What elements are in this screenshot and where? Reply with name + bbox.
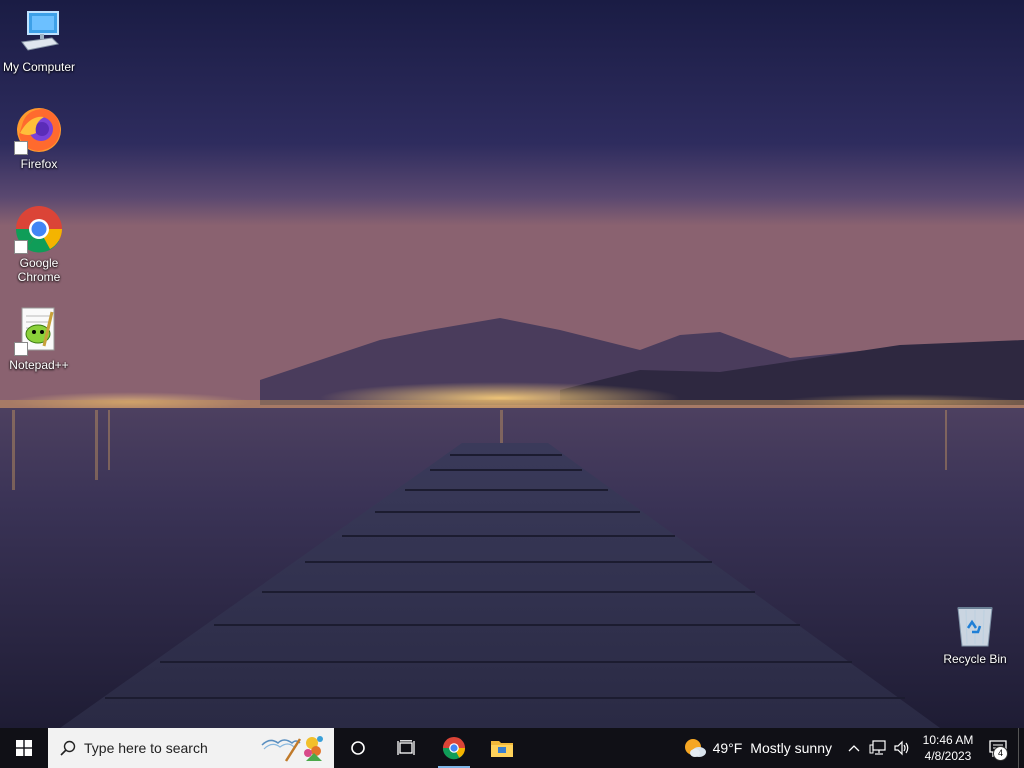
taskbar-file-explorer-button[interactable] bbox=[478, 728, 526, 768]
network-icon bbox=[869, 740, 886, 755]
clock-date: 4/8/2023 bbox=[924, 749, 972, 763]
search-box[interactable]: Type here to search bbox=[48, 728, 334, 768]
cortana-button[interactable] bbox=[334, 728, 382, 768]
shortcut-arrow-icon bbox=[14, 342, 28, 356]
show-hidden-icons-button[interactable] bbox=[842, 728, 866, 768]
task-view-button[interactable] bbox=[382, 728, 430, 768]
shortcut-arrow-icon bbox=[14, 240, 28, 254]
file-explorer-icon bbox=[491, 741, 513, 757]
wallpaper-image bbox=[0, 0, 1024, 728]
show-desktop-button[interactable] bbox=[1018, 728, 1024, 768]
action-center-button[interactable]: 4 bbox=[978, 728, 1018, 768]
network-button[interactable] bbox=[866, 728, 890, 768]
desktop-icon-notepadpp[interactable]: Notepad++ bbox=[1, 306, 77, 372]
desktop-icon-google-chrome[interactable]: Google Chrome bbox=[1, 204, 77, 284]
task-view-icon bbox=[397, 740, 415, 755]
desktop-icon-firefox[interactable]: Firefox bbox=[1, 105, 77, 171]
desktop-icon-label: Google Chrome bbox=[17, 256, 61, 284]
chevron-up-icon bbox=[848, 745, 860, 752]
search-highlight-art-icon[interactable] bbox=[260, 731, 328, 765]
start-button[interactable] bbox=[0, 728, 48, 768]
chrome-icon bbox=[14, 204, 64, 254]
desktop-icon-label: Firefox bbox=[20, 157, 58, 171]
clock-time: 10:46 AM bbox=[922, 733, 974, 747]
desktop-icon-label: Recycle Bin bbox=[943, 652, 1007, 666]
clock[interactable]: 10:46 AM 4/8/2023 bbox=[918, 732, 978, 764]
firefox-icon bbox=[14, 105, 64, 155]
desktop-icon-label: My Computer bbox=[2, 60, 76, 74]
search-placeholder: Type here to search bbox=[84, 740, 208, 756]
notification-count-badge: 4 bbox=[993, 746, 1008, 761]
weather-widget[interactable]: 49°F Mostly sunny bbox=[683, 737, 832, 759]
recycle-bin-icon bbox=[950, 600, 1000, 650]
cortana-icon bbox=[351, 741, 365, 755]
desktop[interactable]: My Computer Firefox Google Chrome Notepa… bbox=[0, 0, 1024, 728]
volume-button[interactable] bbox=[890, 728, 914, 768]
taskbar: Type here to search 49°F Mostly sunny 10… bbox=[0, 728, 1024, 768]
chrome-icon bbox=[442, 736, 466, 760]
notepadpp-icon bbox=[14, 306, 64, 356]
system-tray: 49°F Mostly sunny 10:46 AM 4/8/2023 4 bbox=[683, 728, 1024, 768]
desktop-icon-recycle-bin[interactable]: Recycle Bin bbox=[937, 600, 1013, 666]
taskbar-chrome-button[interactable] bbox=[430, 728, 478, 768]
desktop-icon-my-computer[interactable]: My Computer bbox=[1, 8, 77, 74]
volume-icon bbox=[894, 740, 909, 756]
weather-description: Mostly sunny bbox=[750, 740, 832, 756]
shortcut-arrow-icon bbox=[14, 141, 28, 155]
partly-sunny-icon bbox=[684, 739, 706, 757]
weather-temperature: 49°F bbox=[712, 740, 743, 756]
desktop-icon-label: Notepad++ bbox=[9, 358, 69, 372]
windows-logo-icon bbox=[16, 740, 32, 756]
search-icon bbox=[60, 740, 76, 756]
computer-icon bbox=[14, 8, 64, 58]
